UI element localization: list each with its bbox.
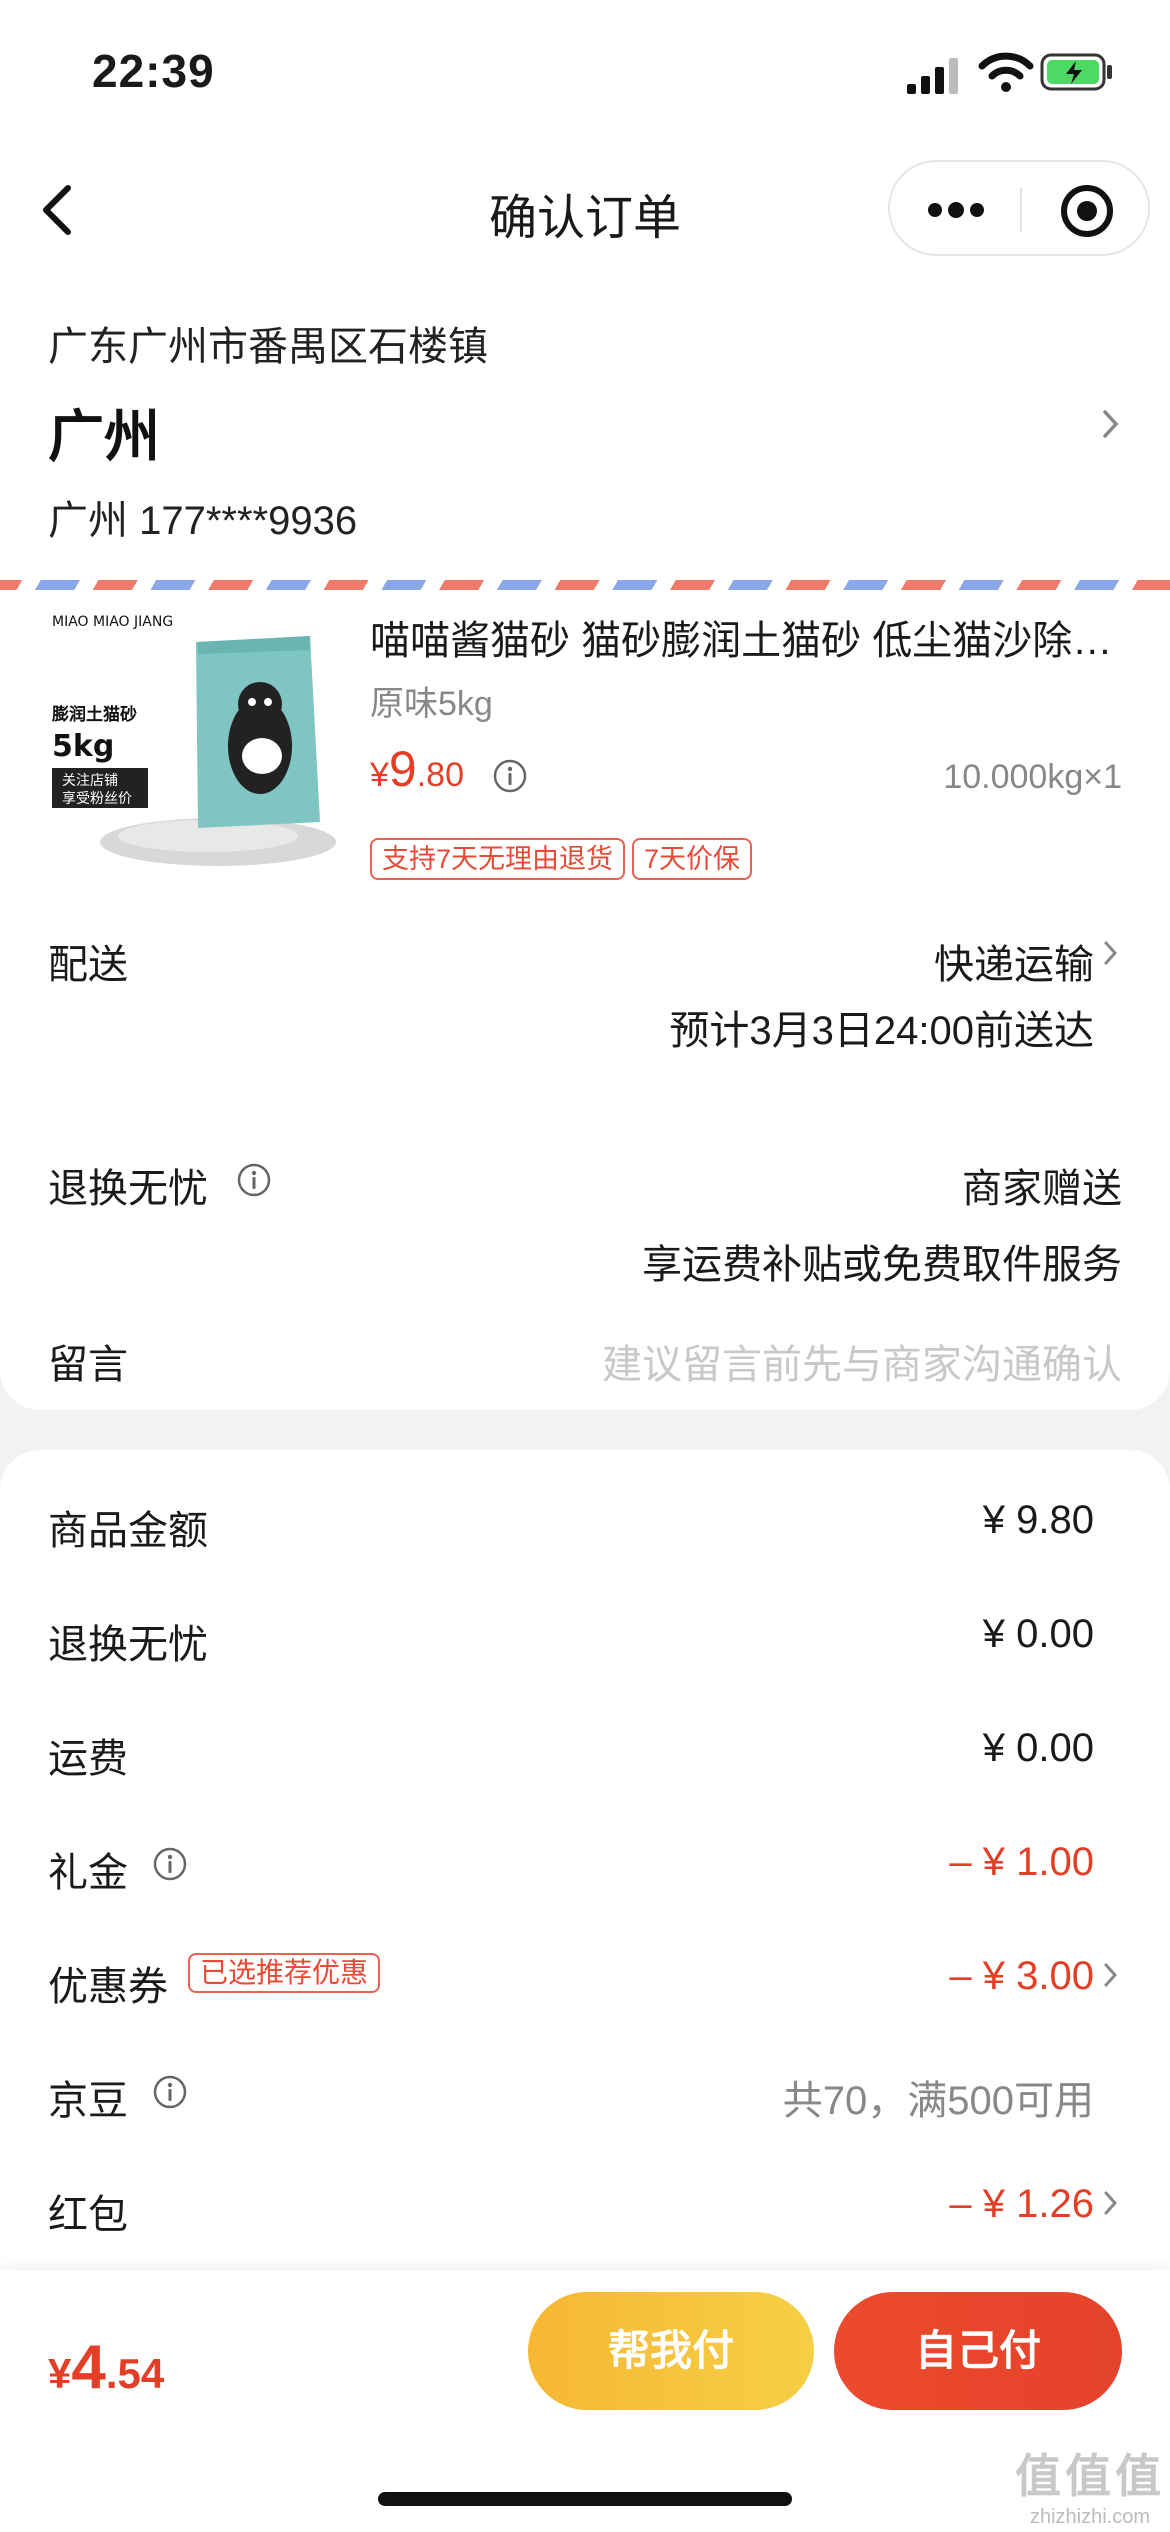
gift-value: – ¥ 1.00	[949, 1840, 1094, 1884]
gift-label: 礼金	[48, 1851, 128, 1895]
delivery-label: 配送	[48, 943, 128, 987]
coupon-label: 优惠券	[48, 1965, 168, 2009]
coupon-badge: 已选推荐优惠	[188, 1953, 381, 1993]
capsule-divider	[1020, 188, 1022, 232]
total-dec: .54	[105, 2350, 165, 2397]
shipping-label: 运费	[48, 1737, 128, 1781]
address-card[interactable]: 广东广州市番禺区石楼镇 广州 广州 177****9936	[0, 270, 1170, 592]
return-worry-value: 商家赠送	[962, 1167, 1122, 1211]
price-summary-card: 商品金额 ¥ 9.80 退换无忧 ¥ 0.00 运费 ¥ 0.00 礼金 – ¥…	[0, 1450, 1170, 2280]
wifi-icon	[978, 52, 1034, 92]
return-worry-label: 退换无忧	[48, 1167, 208, 1211]
product-price-dec: .80	[416, 756, 464, 794]
product-image-line4: 享受粉丝价	[62, 790, 132, 807]
product-brand-text: MIAO MIAO JIANG	[52, 614, 173, 630]
product-quantity: 10.000kg×1	[943, 758, 1122, 796]
goods-amount-value: ¥ 9.80	[982, 1498, 1094, 1542]
product-spec: 原味5kg	[370, 685, 493, 723]
jingdou-value: 共70，满500可用	[782, 2079, 1094, 2123]
battery-charging-icon	[1040, 53, 1112, 91]
price-info-icon[interactable]	[492, 758, 528, 794]
address-detail: 广州	[48, 405, 160, 468]
watermark-url: zhizhizhi.com	[1029, 2506, 1151, 2528]
return-fee-value: ¥ 0.00	[982, 1612, 1094, 1656]
return-worry-desc: 享运费补贴或免费取件服务	[642, 1243, 1122, 1287]
redpacket-value[interactable]: – ¥ 1.26	[949, 2182, 1094, 2227]
gift-info-icon[interactable]	[152, 1846, 188, 1882]
self-pay-button[interactable]: 自己付	[834, 2292, 1122, 2410]
product-price: ¥9.80	[370, 740, 464, 798]
product-image-line1: 膨润土猫砂	[52, 704, 137, 725]
coupon-chevron-icon	[1104, 1963, 1118, 1987]
product-image-line2: 5kg	[52, 729, 114, 764]
delivery-eta: 预计3月3日24:00前送达	[669, 1009, 1094, 1053]
shipping-value: ¥ 0.00	[982, 1726, 1094, 1770]
message-input[interactable]: 建议留言前先与商家沟通确认	[602, 1332, 1122, 1390]
status-time: 22:39	[92, 45, 215, 97]
total-int: 4	[71, 2333, 106, 2402]
nav-bar: 确认订单	[0, 150, 1170, 270]
product-card: MIAO MIAO JIANG 膨润土猫砂 5kg 关注店铺 享受粉丝价 喵喵酱…	[0, 590, 1170, 1410]
address-region: 广东广州市番禺区石楼镇	[48, 325, 488, 369]
status-bar: 22:39	[0, 0, 1170, 150]
help-pay-button[interactable]: 帮我付	[528, 2292, 814, 2410]
product-image-line3: 关注店铺	[62, 773, 118, 789]
product-image[interactable]: MIAO MIAO JIANG 膨润土猫砂 5kg 关注店铺 享受粉丝价	[48, 606, 336, 870]
jingdou-label: 京豆	[48, 2079, 128, 2123]
chevron-right-icon	[1103, 410, 1119, 438]
return-fee-label: 退换无忧	[48, 1623, 208, 1667]
product-price-int: 9	[388, 741, 417, 797]
goods-amount-label: 商品金额	[48, 1509, 208, 1553]
home-indicator[interactable]	[378, 2492, 792, 2506]
total-price: ¥4.54	[48, 2332, 164, 2403]
site-watermark: 值值值 zhizhizhi.com	[1010, 2440, 1170, 2529]
jingdou-info-icon[interactable]	[152, 2074, 188, 2110]
watermark-logo: 值值值	[1015, 2450, 1165, 2502]
checkout-bar: ¥4.54 帮我付 自己付 值值值 zhizhizhi.com	[0, 2270, 1170, 2532]
miniapp-capsule	[888, 160, 1150, 256]
total-currency: ¥	[48, 2350, 72, 2397]
product-price-currency: ¥	[370, 756, 389, 794]
cellular-signal-icon	[907, 58, 958, 94]
delivery-method[interactable]: 快递运输	[934, 932, 1094, 990]
close-target-icon[interactable]	[1058, 182, 1116, 240]
return-info-icon[interactable]	[236, 1162, 272, 1198]
delivery-chevron-icon	[1104, 941, 1118, 965]
coupon-value[interactable]: – ¥ 3.00	[949, 1954, 1094, 1999]
tag-7day-return: 支持7天无理由退货	[370, 838, 626, 880]
redpacket-label: 红包	[48, 2193, 128, 2237]
product-title[interactable]: 喵喵酱猫砂 猫砂膨润土猫砂 低尘猫沙除臭结团猫砂10公斤	[370, 608, 1130, 666]
more-dots-icon[interactable]	[926, 198, 986, 222]
redpacket-chevron-icon	[1104, 2191, 1118, 2215]
address-contact: 广州 177****9936	[48, 499, 358, 543]
tag-price-protect: 7天价保	[632, 838, 753, 880]
message-label: 留言	[48, 1343, 128, 1387]
